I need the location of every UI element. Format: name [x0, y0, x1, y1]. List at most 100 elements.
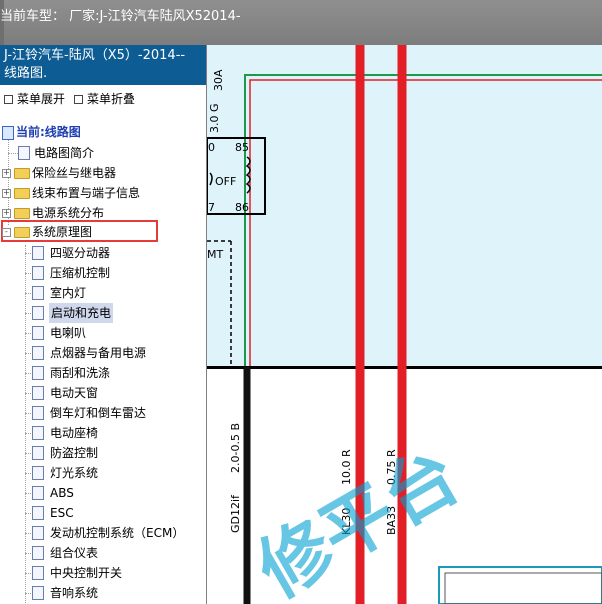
folder-icon: [14, 208, 30, 219]
relay-pin-87: 7: [208, 201, 215, 214]
expand-square-icon: [4, 95, 13, 104]
tree-subitem-reverse-radar[interactable]: 倒车灯和倒车雷达: [25, 403, 202, 423]
tree-item-system-schematic[interactable]: - 系统原理图: [2, 222, 158, 242]
relay-state-label: OFF: [215, 175, 237, 188]
folder-icon: [14, 188, 30, 199]
folder-icon: [14, 227, 30, 238]
tree-item-label: 电路图简介: [34, 146, 95, 160]
tree-item-label: 保险丝与继电器: [32, 166, 117, 180]
relay-pin-85: 85: [235, 141, 249, 154]
tree-connector: [8, 153, 18, 154]
tree-item-label: 防盗控制: [50, 446, 99, 460]
tree-subitem-wiper[interactable]: 雨刮和洗涤: [25, 363, 202, 383]
tree-subitem-ecm[interactable]: 发动机控制系统（ECM）: [25, 523, 202, 543]
tree-subitem-interior-lamp[interactable]: 室内灯: [25, 283, 202, 303]
tree-subitem-abs[interactable]: ABS: [25, 483, 202, 503]
tree-subitem-esc[interactable]: ESC: [25, 503, 202, 523]
tree-subitem-audio[interactable]: 音响系统: [25, 583, 202, 603]
tree-item-label: 雨刮和洗涤: [50, 366, 111, 380]
tree-item-label: 电动天窗: [50, 386, 99, 400]
tree-root-current[interactable]: 当前:线路图: [2, 122, 192, 142]
relay-pin-30: 0: [208, 141, 215, 154]
tree-item-label: ABS: [50, 486, 74, 500]
tree-item-label: 音响系统: [50, 586, 99, 600]
tree-subitem-instrument-cluster[interactable]: 组合仪表: [25, 543, 202, 563]
tree-item-label: ESC: [50, 506, 74, 520]
document-icon: [32, 486, 44, 500]
wiring-diagram-viewer[interactable]: 30A 3.0 G 85 86 0 7 OFF MT 2.0-0.5 B GD1…: [207, 45, 602, 604]
document-icon: [32, 346, 44, 360]
tree-item-harness-layout[interactable]: + 线束布置与端子信息: [2, 183, 194, 203]
document-icon: [32, 566, 44, 580]
panel-title: J-江铃汽车-陆风（X5）-2014-- 线路图.: [0, 45, 206, 85]
tree-item-circuit-intro[interactable]: 电路图简介: [8, 143, 194, 163]
expand-plus-icon[interactable]: +: [2, 209, 11, 218]
red-inner-border: [249, 79, 602, 367]
tree-subitem-compressor[interactable]: 压缩机控制: [25, 263, 202, 283]
document-icon: [32, 546, 44, 560]
document-icon: [32, 366, 44, 380]
tree-subitem-horn[interactable]: 电喇叭: [25, 323, 202, 343]
tree-subitem-sunroof[interactable]: 电动天窗: [25, 383, 202, 403]
document-icon: [32, 506, 44, 520]
menu-expand-button[interactable]: 菜单展开: [4, 90, 65, 107]
vehicle-model-title: 当前车型： 厂家:J-江铃汽车陆风X52014-: [0, 9, 241, 24]
folder-icon: [14, 168, 30, 179]
expand-plus-icon[interactable]: +: [2, 189, 11, 198]
tree-item-label: 电动座椅: [50, 426, 99, 440]
tree-subitem-cigar-lighter[interactable]: 点烟器与备用电源: [25, 343, 202, 363]
document-icon: [32, 326, 44, 340]
tree-line-children: [25, 245, 26, 603]
menu-collapse-button[interactable]: 菜单折叠: [74, 90, 135, 107]
mt-label: MT: [207, 248, 224, 261]
tree-subitem-central-switch[interactable]: 中央控制开关: [25, 563, 202, 583]
relay-contact: [209, 172, 213, 186]
tree-item-label: 点烟器与备用电源: [50, 346, 147, 360]
menu-collapse-label: 菜单折叠: [87, 92, 136, 106]
relay-pin-86: 86: [235, 201, 249, 214]
tree-item-label: 中央控制开关: [50, 566, 123, 580]
connector-inner: [444, 572, 602, 604]
tree-subitem-lighting[interactable]: 灯光系统: [25, 463, 202, 483]
collapse-square-icon: [74, 95, 83, 104]
document-icon: [32, 286, 44, 300]
document-icon: [32, 266, 44, 280]
tree-subitem-anti-theft[interactable]: 防盗控制: [25, 443, 202, 463]
tree-item-label: 电喇叭: [50, 326, 87, 340]
expand-plus-icon[interactable]: +: [2, 169, 11, 178]
tree-item-label: 系统原理图: [32, 225, 93, 239]
tree-item-label-selected: 启动和充电: [49, 303, 114, 323]
document-icon: [32, 446, 44, 460]
document-icon: [32, 406, 44, 420]
tree-item-label: 发动机控制系统（ECM）: [50, 526, 185, 540]
fuse-label: 30A: [212, 69, 225, 91]
tree-root-label: 当前:线路图: [16, 125, 81, 139]
tree-item-fuse-relay[interactable]: + 保险丝与继电器: [2, 163, 194, 183]
document-icon: [32, 586, 44, 600]
navigation-panel: J-江铃汽车-陆风（X5）-2014-- 线路图. 菜单展开 菜单折叠 当前:线…: [0, 45, 207, 604]
tree-item-label: 组合仪表: [50, 546, 99, 560]
document-icon: [32, 306, 44, 320]
wire-label-top: 3.0 G: [208, 103, 221, 133]
document-root-icon: [2, 126, 14, 140]
tree-item-label: 线束布置与端子信息: [32, 186, 141, 200]
document-icon: [18, 146, 30, 160]
tree-subitem-start-charge[interactable]: 启动和充电: [25, 303, 202, 323]
tree-item-label: 灯光系统: [50, 466, 99, 480]
tree-item-label: 四驱分动器: [50, 246, 111, 260]
document-icon: [32, 246, 44, 260]
tree-item-label: 压缩机控制: [50, 266, 111, 280]
document-icon: [32, 466, 44, 480]
tree-subitem-power-seat[interactable]: 电动座椅: [25, 423, 202, 443]
menu-actions: 菜单展开 菜单折叠: [0, 87, 206, 109]
tree-subitem-transfer-case[interactable]: 四驱分动器: [25, 243, 202, 263]
tree-item-label: 倒车灯和倒车雷达: [50, 406, 147, 420]
document-icon: [32, 426, 44, 440]
tree-item-label: 室内灯: [50, 286, 87, 300]
app-header-bar: 当前车型： 厂家:J-江铃汽车陆风X52014-: [0, 0, 602, 45]
menu-expand-label: 菜单展开: [17, 92, 66, 106]
document-icon: [32, 386, 44, 400]
wire-left-spec: 2.0-0.5 B: [229, 423, 242, 473]
document-icon: [32, 526, 44, 540]
collapse-minus-icon[interactable]: -: [2, 228, 11, 237]
